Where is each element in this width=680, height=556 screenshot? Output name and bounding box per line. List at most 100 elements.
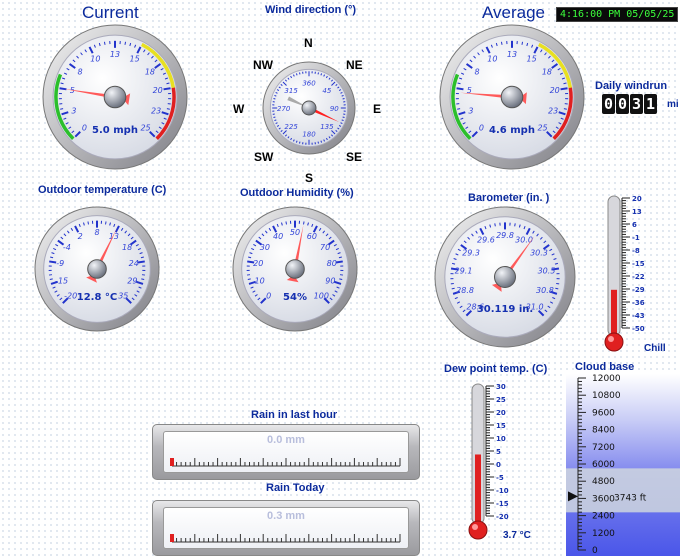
- gauge-tick-label: 10: [487, 55, 497, 64]
- gauge-tick-label: 70: [320, 243, 330, 252]
- compass-tick: [273, 97, 276, 100]
- gauge-tick-label: 20: [253, 259, 263, 268]
- gauge-tick-label: -4: [63, 243, 71, 252]
- gauge-tick-label: 29.1: [455, 266, 473, 275]
- compass-tick-label: 180: [302, 130, 316, 138]
- current-wind-gauge: 0 3 5 8 10 13 15 18 20 23 25 5.0 mph: [40, 22, 190, 172]
- cloudbase-label: 8400: [592, 426, 615, 436]
- gauge-tick: [60, 108, 64, 110]
- gauge-tick: [335, 260, 343, 264]
- gauge-tick-label: 8: [94, 228, 99, 237]
- dewpoint-thermometer: 30 25 20 15 10 5 0 -5 -10 -15 -20: [462, 378, 524, 551]
- gauge-tick: [105, 221, 107, 225]
- gauge-tick-label: 20: [153, 86, 163, 95]
- gauge-tick-label: 28.8: [456, 286, 474, 295]
- thermometer-label: -20: [496, 513, 509, 521]
- gauge-tick: [521, 41, 524, 45]
- gauge-tick-label: 8: [78, 68, 83, 77]
- rain-hour-title: Rain in last hour: [251, 409, 338, 421]
- compass-tick: [317, 141, 320, 144]
- cloudbase-label: 6000: [592, 460, 615, 470]
- gauge-tick: [87, 221, 89, 225]
- temperature-title: Outdoor temperature (C): [38, 184, 167, 196]
- compass-tick: [341, 119, 344, 122]
- gauge-tick-label: -20: [64, 291, 77, 300]
- windrun-unit: mi: [667, 99, 679, 110]
- gauge-value: 5.0 mph: [92, 125, 138, 136]
- gauge-tick-label: -9: [56, 259, 64, 268]
- thermometer-label: 15: [496, 422, 506, 430]
- thermometer-highlight: [608, 336, 614, 342]
- barometer-gauge: 28.6 28.8 29.1 29.3 29.6 29.8 30.0 30.3 30.5 30.8…: [430, 205, 580, 349]
- gauge-tick-label: 30: [260, 243, 270, 252]
- thermometer-label: -29: [632, 286, 645, 294]
- thermometer-mercury: [611, 289, 617, 338]
- thermometer-label: -43: [632, 312, 645, 320]
- gauge-tick-label: 3: [468, 106, 473, 115]
- gauge-tick-label: 24: [129, 259, 139, 268]
- compass-hub: [301, 100, 317, 116]
- rain-today-gauge: 0.3 mm: [152, 500, 420, 556]
- compass-tick: [320, 140, 323, 143]
- thermometer-label: 6: [632, 221, 637, 229]
- gauge-tick-label: 15: [130, 55, 140, 64]
- cloudbase-label: 2400: [592, 512, 615, 522]
- compass-tick-label: 270: [277, 105, 291, 113]
- gauge-tick: [494, 223, 496, 227]
- compass-tick: [317, 72, 320, 75]
- gauge-tick-label: 30.5: [538, 266, 556, 275]
- gauge-hub: [494, 266, 516, 288]
- compass-nw: NW: [253, 58, 273, 72]
- thermometer-label: 20: [496, 409, 506, 417]
- compass-s: S: [305, 171, 314, 185]
- compass-tick: [342, 116, 345, 119]
- compass-tick: [320, 73, 323, 76]
- thermometer-label: 30: [496, 383, 506, 391]
- gauge-tick-label: 2: [78, 232, 83, 241]
- cloudbase-value: 3743 ft: [614, 493, 647, 503]
- cloudbase-title: Cloud base: [575, 361, 635, 373]
- rain-level: [170, 534, 174, 542]
- gauge-tick-label: 30.3: [530, 248, 548, 257]
- gauge-value: 30.119 in.: [477, 304, 533, 315]
- windrun-digit: 1: [644, 94, 657, 114]
- compass-tick-label: 135: [320, 123, 334, 131]
- gauge-tick-label: 13: [507, 50, 517, 59]
- compass-tick: [273, 116, 276, 119]
- gauge-hub: [103, 85, 127, 109]
- cloudbase-label: 0: [592, 546, 598, 556]
- dewpoint-title: Dew point temp. (C): [444, 363, 548, 375]
- gauge-tick-label: 50: [290, 228, 300, 237]
- dewpoint-value: 3.7 °C: [503, 530, 531, 541]
- gauge-tick-label: 10: [255, 276, 265, 285]
- thermometer-highlight: [472, 524, 478, 530]
- gauge-tick-label: 0: [266, 291, 271, 300]
- gauge-tick: [500, 41, 503, 45]
- compass-sw: SW: [254, 150, 274, 164]
- barometer-title: Barometer (in. ): [468, 192, 550, 204]
- compass-tick: [274, 119, 277, 122]
- gauge-tick: [339, 278, 343, 281]
- rain-today-title: Rain Today: [266, 482, 325, 494]
- gauge-hub: [285, 259, 305, 279]
- compass-se: SE: [346, 150, 363, 164]
- gauge-tick: [555, 287, 559, 290]
- average-wind-gauge: 0 3 5 8 10 13 15 18 20 23 25 4.6 mph: [437, 22, 587, 172]
- thermometer-label: -8: [632, 247, 640, 255]
- compass-tick: [295, 73, 298, 76]
- cloudbase-label: 9600: [592, 408, 615, 418]
- cloudbase-panel: 12000 10800 9600 8400 7200 6000 4800 3600 2400 12…: [566, 374, 680, 556]
- thermometer-label: 20: [632, 195, 642, 203]
- gauge-tick: [563, 108, 567, 110]
- humidity-title: Outdoor Humidity (%): [240, 187, 354, 199]
- current-title: Current: [82, 3, 139, 22]
- gauge-tick-label: 25: [537, 124, 547, 133]
- cloudbase-label: 1200: [592, 529, 615, 539]
- thermometer-bulb: [604, 332, 624, 352]
- thermometer-label: 0: [496, 461, 501, 469]
- thermometer-label: -50: [632, 325, 645, 333]
- gauge-tick-label: 18: [542, 68, 552, 77]
- gauge-tick: [49, 260, 57, 264]
- gauge-tick-label: 10: [90, 55, 100, 64]
- gauge-tick: [137, 260, 145, 264]
